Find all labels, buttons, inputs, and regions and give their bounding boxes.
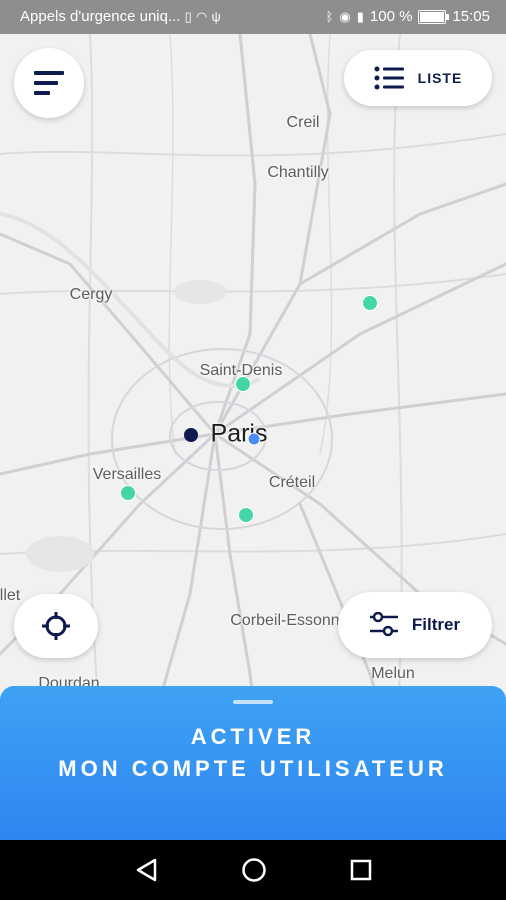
filter-button[interactable]: Filtrer	[338, 592, 492, 658]
user-location-dot	[247, 432, 261, 446]
menu-button[interactable]	[14, 48, 84, 118]
place-label-cut-left: llet	[0, 587, 21, 604]
vibrate-icon: ▮	[356, 9, 364, 24]
place-label-corbeil: Corbeil-Essonn	[230, 612, 340, 629]
home-button[interactable]	[239, 855, 269, 885]
battery-text: 100 %	[369, 8, 413, 25]
status-notification: Appels d'urgence uniq... ▯ ◠ ψ	[20, 8, 221, 25]
back-triangle-icon	[136, 858, 157, 882]
activate-title-line2: MON COMPTE UTILISATEUR	[58, 756, 448, 781]
map-marker[interactable]	[362, 295, 378, 311]
activate-account-sheet[interactable]: ACTIVER MON COMPTE UTILISATEUR	[0, 686, 506, 840]
notification-text: Appels d'urgence uniq...	[20, 8, 181, 25]
place-label-cergy: Cergy	[69, 286, 113, 303]
place-label-versailles: Versailles	[92, 466, 162, 483]
sheet-drag-handle[interactable]	[233, 700, 273, 704]
filter-button-label: Filtrer	[411, 615, 461, 634]
filter-sliders-icon	[369, 612, 398, 637]
place-label-chantilly: Chantilly	[267, 164, 329, 181]
place-label-creteil: Créteil	[268, 474, 316, 491]
home-circle-icon	[242, 858, 266, 882]
menu-icon	[34, 71, 64, 95]
battery-icon	[418, 9, 450, 24]
recents-square-icon	[350, 859, 372, 881]
status-system: ᛒ ◉ ▮ 100 % 15:05	[326, 8, 490, 25]
location-icon: ◉	[339, 9, 351, 24]
recents-button[interactable]	[346, 855, 376, 885]
list-view-button[interactable]: LISTE	[344, 50, 492, 106]
place-label-creil: Creil	[286, 114, 320, 131]
locate-me-button[interactable]	[14, 594, 98, 658]
activate-title-line1: ACTIVER	[190, 724, 316, 749]
list-button-label: LISTE	[417, 70, 463, 86]
list-icon	[374, 66, 404, 90]
usb-icon: ψ	[211, 9, 221, 24]
map-marker[interactable]	[120, 485, 136, 501]
city-marker-paris	[184, 428, 198, 442]
map-marker[interactable]	[238, 507, 254, 523]
back-button[interactable]	[131, 855, 161, 885]
document-icon: ▯	[184, 9, 192, 24]
clock: 15:05	[452, 8, 490, 25]
place-label-melun: Melun	[371, 665, 415, 682]
system-nav-bar	[0, 840, 506, 900]
wifi-icon: ◠	[195, 9, 208, 24]
status-bar: Appels d'urgence uniq... ▯ ◠ ψ ᛒ ◉ ▮ 100…	[0, 0, 506, 34]
battery-fill	[420, 11, 445, 22]
bluetooth-icon: ᛒ	[325, 9, 334, 24]
crosshair-icon	[42, 612, 70, 640]
map-marker[interactable]	[235, 376, 251, 392]
